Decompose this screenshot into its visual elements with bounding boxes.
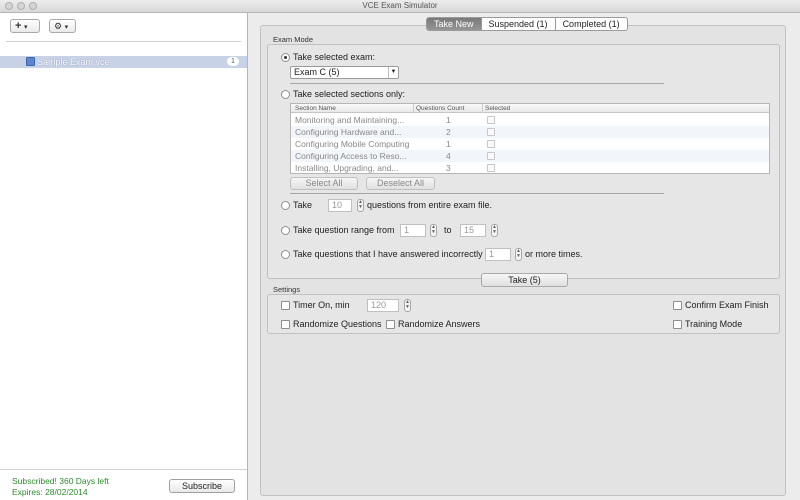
sidebar: + ▾ ⚙ ▾ Sample Exam.vce 1 Subscribed! 36… [0, 13, 248, 500]
incorrect-count-stepper[interactable]: ▲ ▼ [515, 248, 522, 261]
randomize-questions-checkbox[interactable] [281, 320, 290, 329]
randomize-answers-checkbox[interactable] [386, 320, 395, 329]
sidebar-item-label: Sample Exam.vce [37, 57, 110, 67]
timer-stepper[interactable]: ▲ ▼ [404, 299, 411, 312]
deselect-all-button[interactable]: Deselect All [366, 177, 435, 190]
header-section-name: Section Name [295, 105, 336, 112]
confirm-finish-checkbox[interactable] [673, 301, 682, 310]
incorrect-suffix: or more times. [525, 249, 583, 259]
section-name: Configuring Access to Reso... [295, 151, 407, 161]
tab-suspended[interactable]: Suspended (1) [482, 18, 556, 30]
settings-group-label: Settings [273, 285, 301, 294]
gear-icon: ⚙ [54, 21, 63, 31]
section-count: 1 [446, 139, 451, 149]
take-label: Take [293, 200, 313, 210]
chevron-down-icon: ▾ [23, 24, 28, 31]
range-to-stepper[interactable]: ▲ ▼ [491, 224, 498, 237]
timer-checkbox[interactable] [281, 301, 290, 310]
section-select-checkbox[interactable] [487, 128, 495, 136]
section-count: 2 [446, 127, 451, 137]
radio-selected-sections[interactable] [281, 90, 290, 99]
take-count-stepper[interactable]: ▲ ▼ [357, 199, 364, 212]
column-divider [413, 104, 414, 113]
separator [290, 193, 664, 194]
column-divider [482, 104, 483, 113]
count-badge: 1 [227, 57, 239, 66]
sidebar-divider [6, 41, 241, 42]
footer-divider [0, 469, 247, 470]
table-row[interactable]: Installing, Upgrading, and... 3 [291, 162, 769, 174]
subscription-info: Subscribed! 360 Days left Expires: 28/02… [12, 476, 109, 498]
select-all-button[interactable]: Select All [290, 177, 358, 190]
sections-table: Section Name Questions Count Selected Mo… [290, 103, 770, 174]
range-to-label: to [444, 225, 452, 235]
tab-completed[interactable]: Completed (1) [556, 18, 627, 30]
subscription-expiry: Expires: 28/02/2014 [12, 487, 88, 497]
exam-select[interactable]: Exam C (5) ▼ [290, 66, 399, 79]
exam-mode-group-label: Exam Mode [273, 35, 314, 44]
randomize-answers-label: Randomize Answers [398, 319, 481, 329]
section-count: 4 [446, 151, 451, 161]
section-name: Configuring Hardware and... [295, 127, 402, 137]
table-row[interactable]: Configuring Mobile Computing 1 [291, 138, 769, 150]
exam-file-icon [26, 57, 35, 66]
confirm-finish-label: Confirm Exam Finish [685, 300, 769, 310]
subscription-status: Subscribed! 360 Days left [12, 476, 109, 486]
take-count-field[interactable]: 10 [328, 199, 352, 212]
exam-select-value: Exam C (5) [294, 67, 340, 77]
selected-sections-label: Take selected sections only: [293, 89, 406, 99]
header-selected: Selected [485, 105, 511, 112]
section-select-checkbox[interactable] [487, 116, 495, 124]
title-bar: VCE Exam Simulator [0, 0, 800, 13]
header-questions-count: Questions Count [416, 105, 465, 112]
training-mode-checkbox[interactable] [673, 320, 682, 329]
add-menu-button[interactable]: + ▾ [10, 19, 40, 33]
separator [290, 83, 664, 84]
range-label: Take question range from [293, 225, 395, 235]
chevron-down-icon: ▾ [64, 24, 69, 31]
main-panel: Take New Suspended (1) Completed (1) Exa… [248, 13, 800, 500]
sidebar-item-sample-exam[interactable]: Sample Exam.vce 1 [0, 56, 247, 68]
table-row[interactable]: Configuring Hardware and... 2 [291, 126, 769, 138]
section-count: 3 [446, 163, 451, 173]
section-name: Configuring Mobile Computing [295, 139, 410, 149]
training-mode-label: Training Mode [685, 319, 743, 329]
table-row[interactable]: Configuring Access to Reso... 4 [291, 150, 769, 162]
section-select-checkbox[interactable] [487, 164, 495, 172]
subscribe-button[interactable]: Subscribe [169, 479, 235, 493]
radio-question-range[interactable] [281, 226, 290, 235]
dropdown-arrow-icon: ▼ [388, 67, 398, 78]
range-from-stepper[interactable]: ▲ ▼ [430, 224, 437, 237]
radio-selected-exam[interactable] [281, 53, 290, 62]
section-count: 1 [446, 115, 451, 125]
section-select-checkbox[interactable] [487, 140, 495, 148]
section-select-checkbox[interactable] [487, 152, 495, 160]
tab-bar: Take New Suspended (1) Completed (1) [426, 17, 628, 31]
timer-label: Timer On, min [293, 300, 350, 310]
window-title: VCE Exam Simulator [362, 1, 438, 10]
section-name: Monitoring and Maintaining... [295, 115, 405, 125]
range-from-field[interactable]: 1 [400, 224, 426, 237]
plus-icon: + [15, 20, 22, 32]
gear-menu-button[interactable]: ⚙ ▾ [49, 19, 76, 33]
timer-minutes-field[interactable]: 120 [367, 299, 399, 312]
incorrect-count-field[interactable]: 1 [485, 248, 511, 261]
table-header: Section Name Questions Count Selected [291, 104, 769, 113]
selected-exam-label: Take selected exam: [293, 52, 376, 62]
settings-group: Timer On, min 120 ▲ ▼ Confirm Exam Finish… [267, 294, 780, 334]
incorrect-label: Take questions that I have answered inco… [293, 249, 483, 259]
take-button[interactable]: Take (5) [481, 273, 568, 287]
section-name: Installing, Upgrading, and... [295, 163, 399, 173]
radio-take-count[interactable] [281, 201, 290, 210]
radio-incorrect-answers[interactable] [281, 250, 290, 259]
range-to-field[interactable]: 15 [460, 224, 486, 237]
table-row[interactable]: Monitoring and Maintaining... 1 [291, 114, 769, 126]
randomize-questions-label: Randomize Questions [293, 319, 382, 329]
tab-take-new[interactable]: Take New [427, 18, 482, 30]
take-count-suffix: questions from entire exam file. [367, 200, 493, 210]
exam-mode-group: Take selected exam: Exam C (5) ▼ Take se… [267, 44, 780, 279]
